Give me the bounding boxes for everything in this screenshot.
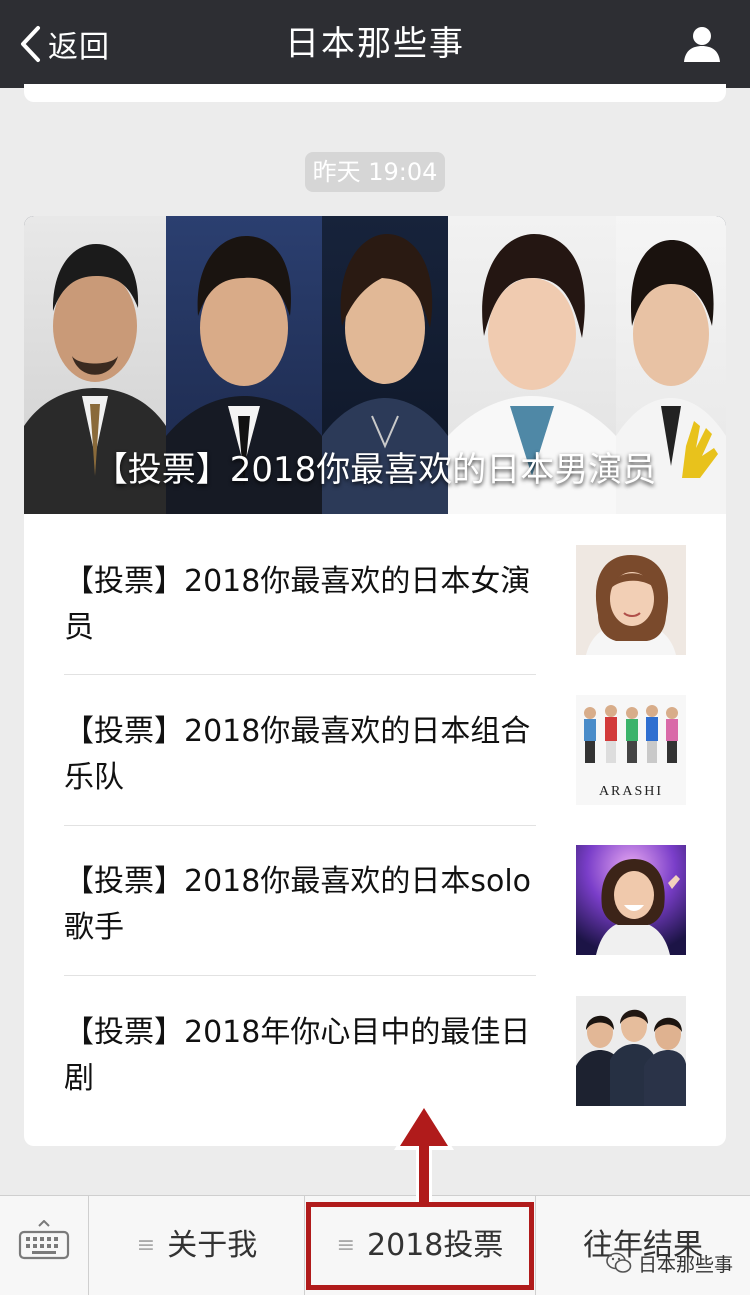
menu-hamburger-icon: ≡	[336, 1233, 356, 1258]
profile-button[interactable]	[682, 24, 722, 68]
actress-thumbnail	[576, 545, 686, 655]
arashi-logo-text: ARASHI	[599, 784, 663, 799]
wechat-icon	[606, 1252, 632, 1273]
watermark: 日本那些事	[606, 1250, 733, 1276]
drama-thumbnail	[576, 996, 686, 1106]
cover-title: 【投票】2018你最喜欢的日本男演员	[93, 450, 657, 490]
singer-thumbnail	[576, 845, 686, 955]
watermark-text: 日本那些事	[638, 1253, 734, 1276]
profile-icon	[684, 27, 720, 62]
article-item-group[interactable]: 【投票】2018你最喜欢的日本组合乐队 ARASHI	[64, 695, 686, 845]
article-title: 【投票】2018你最喜欢的日本solo歌手	[64, 864, 532, 945]
item-divider	[64, 674, 536, 675]
page-title: 日本那些事	[285, 24, 465, 64]
article-card: 【投票】2018你最喜欢的日本男演员 【投票】2018你最喜欢的日本女演员 【投…	[24, 216, 726, 1146]
menu-item-past-results[interactable]: 往年结果	[536, 1196, 750, 1295]
menu-hamburger-icon: ≡	[136, 1233, 156, 1258]
cover-article[interactable]: 【投票】2018你最喜欢的日本男演员	[24, 216, 726, 514]
article-title: 【投票】2018年你心目中的最佳日剧	[64, 1015, 531, 1096]
keyboard-icon	[18, 1220, 70, 1260]
bottom-menu-bar: ≡ 关于我 ≡ 2018投票 往年结果	[0, 1195, 750, 1295]
menu-item-label: 关于我	[167, 1228, 258, 1263]
message-timestamp: 昨天 19:04	[305, 152, 445, 192]
keyboard-toggle-button[interactable]	[0, 1196, 89, 1295]
arashi-thumbnail: ARASHI	[576, 695, 686, 805]
item-divider	[64, 975, 536, 976]
article-title: 【投票】2018你最喜欢的日本组合乐队	[64, 714, 531, 795]
menu-item-vote-2018[interactable]: ≡ 2018投票	[305, 1196, 535, 1295]
article-item-actress[interactable]: 【投票】2018你最喜欢的日本女演员	[64, 545, 686, 695]
item-divider	[64, 825, 536, 826]
menu-item-about[interactable]: ≡ 关于我	[90, 1196, 304, 1295]
article-item-drama[interactable]: 【投票】2018年你心目中的最佳日剧	[64, 996, 686, 1146]
back-button[interactable]: 返回	[18, 18, 110, 70]
back-chevron-icon	[21, 26, 40, 62]
title-bar: 返回 日本那些事	[0, 0, 750, 88]
previous-message-card	[24, 84, 726, 102]
article-item-solo-singer[interactable]: 【投票】2018你最喜欢的日本solo歌手	[64, 845, 686, 995]
menu-item-label: 2018投票	[367, 1228, 504, 1263]
article-title: 【投票】2018你最喜欢的日本女演员	[64, 564, 531, 645]
back-label: 返回	[48, 30, 110, 65]
